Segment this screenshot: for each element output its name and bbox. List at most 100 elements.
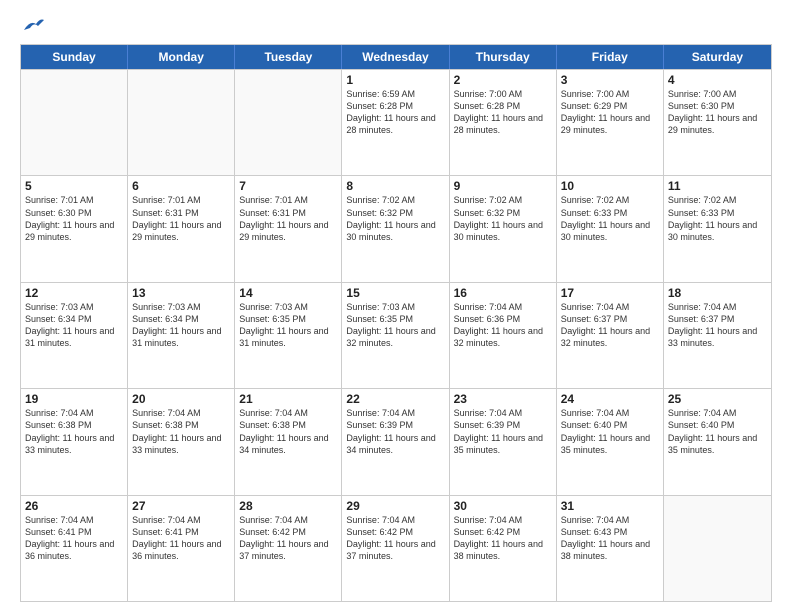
calendar-row-1: 5Sunrise: 7:01 AM Sunset: 6:30 PM Daylig… [21,175,771,281]
header-day-friday: Friday [557,45,664,69]
calendar-cell: 1Sunrise: 6:59 AM Sunset: 6:28 PM Daylig… [342,70,449,175]
day-number: 8 [346,179,444,193]
calendar-cell [664,496,771,601]
calendar-cell: 3Sunrise: 7:00 AM Sunset: 6:29 PM Daylig… [557,70,664,175]
cell-info: Sunrise: 7:03 AM Sunset: 6:34 PM Dayligh… [25,301,123,350]
calendar-cell: 30Sunrise: 7:04 AM Sunset: 6:42 PM Dayli… [450,496,557,601]
cell-info: Sunrise: 7:03 AM Sunset: 6:35 PM Dayligh… [346,301,444,350]
cell-info: Sunrise: 7:02 AM Sunset: 6:32 PM Dayligh… [454,194,552,243]
cell-info: Sunrise: 7:04 AM Sunset: 6:40 PM Dayligh… [668,407,767,456]
day-number: 11 [668,179,767,193]
day-number: 23 [454,392,552,406]
day-number: 29 [346,499,444,513]
cell-info: Sunrise: 7:04 AM Sunset: 6:38 PM Dayligh… [239,407,337,456]
calendar-cell: 16Sunrise: 7:04 AM Sunset: 6:36 PM Dayli… [450,283,557,388]
calendar-cell: 7Sunrise: 7:01 AM Sunset: 6:31 PM Daylig… [235,176,342,281]
day-number: 9 [454,179,552,193]
day-number: 12 [25,286,123,300]
calendar-cell: 8Sunrise: 7:02 AM Sunset: 6:32 PM Daylig… [342,176,449,281]
calendar-cell: 14Sunrise: 7:03 AM Sunset: 6:35 PM Dayli… [235,283,342,388]
cell-info: Sunrise: 7:04 AM Sunset: 6:37 PM Dayligh… [668,301,767,350]
calendar-cell: 20Sunrise: 7:04 AM Sunset: 6:38 PM Dayli… [128,389,235,494]
cell-info: Sunrise: 7:00 AM Sunset: 6:28 PM Dayligh… [454,88,552,137]
calendar-cell: 29Sunrise: 7:04 AM Sunset: 6:42 PM Dayli… [342,496,449,601]
cell-info: Sunrise: 7:03 AM Sunset: 6:35 PM Dayligh… [239,301,337,350]
calendar-cell: 17Sunrise: 7:04 AM Sunset: 6:37 PM Dayli… [557,283,664,388]
cell-info: Sunrise: 7:02 AM Sunset: 6:33 PM Dayligh… [561,194,659,243]
calendar-cell: 5Sunrise: 7:01 AM Sunset: 6:30 PM Daylig… [21,176,128,281]
day-number: 21 [239,392,337,406]
header-day-saturday: Saturday [664,45,771,69]
page: SundayMondayTuesdayWednesdayThursdayFrid… [0,0,792,612]
calendar-row-0: 1Sunrise: 6:59 AM Sunset: 6:28 PM Daylig… [21,69,771,175]
calendar-cell: 4Sunrise: 7:00 AM Sunset: 6:30 PM Daylig… [664,70,771,175]
cell-info: Sunrise: 7:04 AM Sunset: 6:42 PM Dayligh… [346,514,444,563]
cell-info: Sunrise: 7:04 AM Sunset: 6:41 PM Dayligh… [132,514,230,563]
day-number: 7 [239,179,337,193]
calendar-cell: 25Sunrise: 7:04 AM Sunset: 6:40 PM Dayli… [664,389,771,494]
cell-info: Sunrise: 7:04 AM Sunset: 6:42 PM Dayligh… [454,514,552,563]
day-number: 14 [239,286,337,300]
header [20,16,772,34]
day-number: 19 [25,392,123,406]
calendar-cell: 31Sunrise: 7:04 AM Sunset: 6:43 PM Dayli… [557,496,664,601]
calendar-cell: 9Sunrise: 7:02 AM Sunset: 6:32 PM Daylig… [450,176,557,281]
calendar-cell: 23Sunrise: 7:04 AM Sunset: 6:39 PM Dayli… [450,389,557,494]
cell-info: Sunrise: 7:04 AM Sunset: 6:39 PM Dayligh… [346,407,444,456]
day-number: 16 [454,286,552,300]
calendar-cell: 28Sunrise: 7:04 AM Sunset: 6:42 PM Dayli… [235,496,342,601]
calendar-cell: 26Sunrise: 7:04 AM Sunset: 6:41 PM Dayli… [21,496,128,601]
day-number: 1 [346,73,444,87]
day-number: 30 [454,499,552,513]
cell-info: Sunrise: 7:04 AM Sunset: 6:40 PM Dayligh… [561,407,659,456]
calendar-body: 1Sunrise: 6:59 AM Sunset: 6:28 PM Daylig… [21,69,771,601]
calendar-cell [235,70,342,175]
day-number: 31 [561,499,659,513]
logo-bird-icon [22,16,44,34]
calendar-cell: 21Sunrise: 7:04 AM Sunset: 6:38 PM Dayli… [235,389,342,494]
header-day-tuesday: Tuesday [235,45,342,69]
day-number: 13 [132,286,230,300]
cell-info: Sunrise: 7:00 AM Sunset: 6:29 PM Dayligh… [561,88,659,137]
calendar-row-4: 26Sunrise: 7:04 AM Sunset: 6:41 PM Dayli… [21,495,771,601]
calendar-cell: 22Sunrise: 7:04 AM Sunset: 6:39 PM Dayli… [342,389,449,494]
day-number: 28 [239,499,337,513]
day-number: 3 [561,73,659,87]
cell-info: Sunrise: 6:59 AM Sunset: 6:28 PM Dayligh… [346,88,444,137]
day-number: 27 [132,499,230,513]
calendar: SundayMondayTuesdayWednesdayThursdayFrid… [20,44,772,602]
cell-info: Sunrise: 7:04 AM Sunset: 6:36 PM Dayligh… [454,301,552,350]
day-number: 24 [561,392,659,406]
header-day-wednesday: Wednesday [342,45,449,69]
calendar-row-2: 12Sunrise: 7:03 AM Sunset: 6:34 PM Dayli… [21,282,771,388]
cell-info: Sunrise: 7:00 AM Sunset: 6:30 PM Dayligh… [668,88,767,137]
day-number: 17 [561,286,659,300]
cell-info: Sunrise: 7:04 AM Sunset: 6:39 PM Dayligh… [454,407,552,456]
cell-info: Sunrise: 7:04 AM Sunset: 6:43 PM Dayligh… [561,514,659,563]
calendar-row-3: 19Sunrise: 7:04 AM Sunset: 6:38 PM Dayli… [21,388,771,494]
cell-info: Sunrise: 7:02 AM Sunset: 6:33 PM Dayligh… [668,194,767,243]
calendar-cell: 19Sunrise: 7:04 AM Sunset: 6:38 PM Dayli… [21,389,128,494]
calendar-cell [128,70,235,175]
day-number: 10 [561,179,659,193]
cell-info: Sunrise: 7:01 AM Sunset: 6:30 PM Dayligh… [25,194,123,243]
header-day-sunday: Sunday [21,45,128,69]
calendar-cell: 12Sunrise: 7:03 AM Sunset: 6:34 PM Dayli… [21,283,128,388]
header-day-monday: Monday [128,45,235,69]
calendar-cell: 18Sunrise: 7:04 AM Sunset: 6:37 PM Dayli… [664,283,771,388]
day-number: 18 [668,286,767,300]
cell-info: Sunrise: 7:03 AM Sunset: 6:34 PM Dayligh… [132,301,230,350]
day-number: 2 [454,73,552,87]
calendar-cell: 10Sunrise: 7:02 AM Sunset: 6:33 PM Dayli… [557,176,664,281]
calendar-cell: 24Sunrise: 7:04 AM Sunset: 6:40 PM Dayli… [557,389,664,494]
calendar-header: SundayMondayTuesdayWednesdayThursdayFrid… [21,45,771,69]
cell-info: Sunrise: 7:02 AM Sunset: 6:32 PM Dayligh… [346,194,444,243]
calendar-cell: 27Sunrise: 7:04 AM Sunset: 6:41 PM Dayli… [128,496,235,601]
calendar-cell [21,70,128,175]
cell-info: Sunrise: 7:04 AM Sunset: 6:38 PM Dayligh… [25,407,123,456]
cell-info: Sunrise: 7:01 AM Sunset: 6:31 PM Dayligh… [132,194,230,243]
day-number: 25 [668,392,767,406]
cell-info: Sunrise: 7:04 AM Sunset: 6:42 PM Dayligh… [239,514,337,563]
calendar-cell: 15Sunrise: 7:03 AM Sunset: 6:35 PM Dayli… [342,283,449,388]
calendar-cell: 11Sunrise: 7:02 AM Sunset: 6:33 PM Dayli… [664,176,771,281]
